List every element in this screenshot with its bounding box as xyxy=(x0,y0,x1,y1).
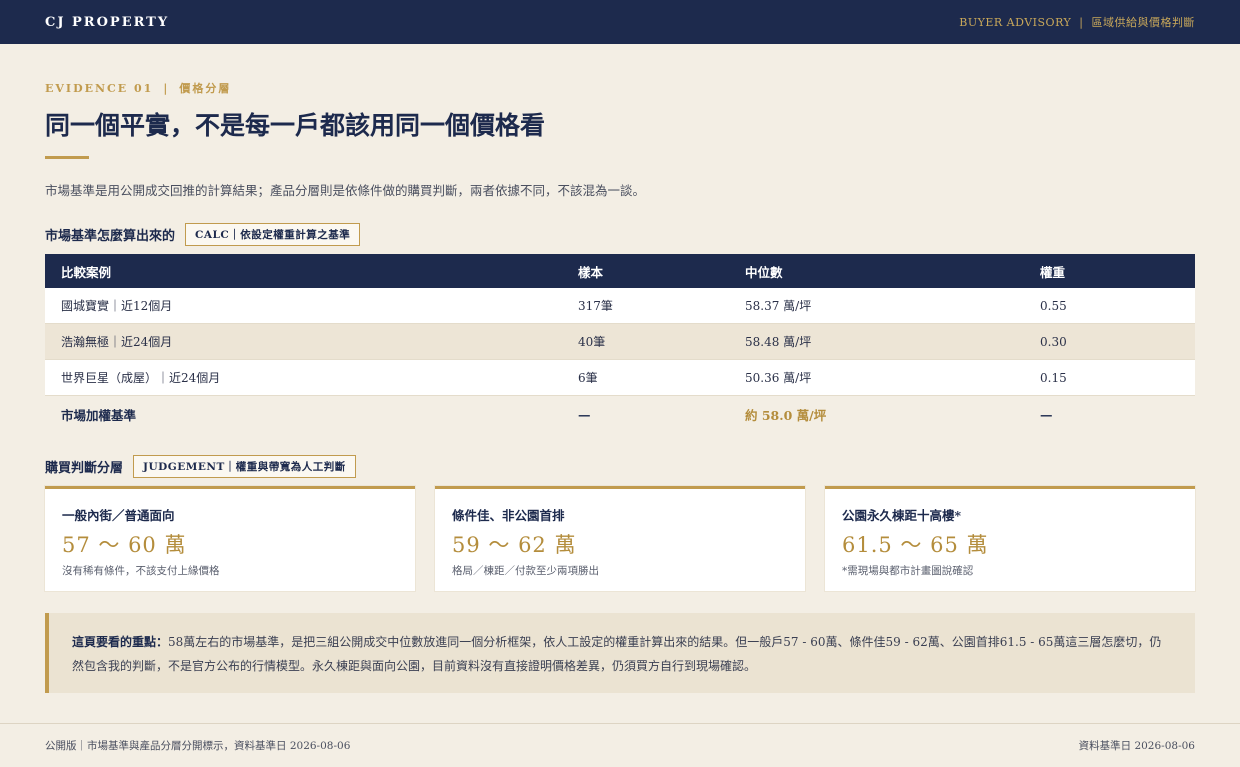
benchmark-table: 比較案例 樣本 中位數 權重 國城寶實｜近12個月 317筆 58.37 萬/坪… xyxy=(45,254,1195,432)
top-nav: BUYER ADVISORY | 區域供給與價格判斷 xyxy=(959,14,1195,30)
cell-median: 58.48 萬/坪 xyxy=(745,335,812,349)
page-title: 同一個平實，不是每一戶都該用同一個價格看 xyxy=(45,111,546,140)
evidence-label: 價格分層 xyxy=(179,82,232,95)
calc-tag: CALC｜依設定權重計算之基準 xyxy=(185,223,361,246)
table-row: 浩瀚無極｜近24個月 40筆 58.48 萬/坪 0.30 xyxy=(45,324,1195,360)
title-divider xyxy=(45,156,89,159)
cell-weight: 0.55 xyxy=(1040,298,1067,313)
cell-weight: 0.15 xyxy=(1040,370,1067,385)
tier-card-good: 條件佳、非公園首排 59 ～ 62 萬 格局／棟距／付款至少兩項勝出 xyxy=(435,486,805,591)
card-note: *需現場與都市計畫圖說確認 xyxy=(842,565,974,577)
cell-case: 世界巨星（成屋）｜近24個月 xyxy=(61,371,221,385)
cell-case: 國城寶實｜近12個月 xyxy=(61,299,173,313)
callout-body: 58萬左右的市場基準，是把三組公開成交中位數放進同一個分析框架，依人工設定的權重… xyxy=(72,635,1162,673)
tier-card-park: 公園永久棟距十高樓* 61.5 ～ 65 萬 *需現場與都市計畫圖說確認 xyxy=(825,486,1195,591)
evidence-index: EVIDENCE 01 xyxy=(45,82,154,95)
card-price-range: 61.5 ～ 65 萬 xyxy=(842,533,989,557)
card-note: 沒有稀有條件，不該支付上緣價格 xyxy=(62,565,220,577)
table-row: 世界巨星（成屋）｜近24個月 6筆 50.36 萬/坪 0.15 xyxy=(45,360,1195,396)
cell-sample: 317筆 xyxy=(578,299,613,313)
footer-divider xyxy=(0,723,1240,724)
cell-case: 浩瀚無極｜近24個月 xyxy=(61,335,173,349)
card-title: 公園永久棟距十高樓* xyxy=(842,508,962,523)
card-note: 格局／棟距／付款至少兩項勝出 xyxy=(452,565,599,577)
brand-logo[interactable]: CJ PROPERTY xyxy=(45,15,169,30)
table-row: 國城寶實｜近12個月 317筆 58.37 萬/坪 0.55 xyxy=(45,288,1195,324)
calc-section-header: 市場基準怎麼算出來的 CALC｜依設定權重計算之基準 xyxy=(45,223,361,246)
key-point-callout: 這頁要看的重點：58萬左右的市場基準，是把三組公開成交中位數放進同一個分析框架，… xyxy=(45,613,1195,693)
card-title: 條件佳、非公園首排 xyxy=(452,508,565,523)
cell-median: 58.37 萬/坪 xyxy=(745,299,812,313)
intro-text: 市場基準是用公開成交回推的計算結果；產品分層則是依條件做的購買判斷，兩者依據不同… xyxy=(45,183,646,198)
column-header-weight: 權重 xyxy=(1040,264,1066,280)
nav-supply-price[interactable]: 區域供給與價格判斷 xyxy=(1092,16,1196,29)
cell-sample: 40筆 xyxy=(578,335,606,349)
table-header: 比較案例 樣本 中位數 權重 xyxy=(45,254,1195,288)
top-bar: CJ PROPERTY BUYER ADVISORY | 區域供給與價格判斷 xyxy=(0,0,1240,44)
footer-right-text: 資料基準日 2026-08-06 xyxy=(1078,740,1195,752)
table-total-row: 市場加權基準 — 約 58.0 萬/坪 — xyxy=(45,396,1195,432)
total-weight: — xyxy=(1040,406,1053,422)
cell-weight: 0.30 xyxy=(1040,334,1067,349)
judgement-section-header: 購買判斷分層 JUDGEMENT｜權重與帶寬為人工判斷 xyxy=(45,455,356,478)
column-header-median: 中位數 xyxy=(745,264,783,280)
column-header-case: 比較案例 xyxy=(61,264,112,280)
card-price-range: 57 ～ 60 萬 xyxy=(62,533,187,557)
tier-cards: 一般內街／普通面向 57 ～ 60 萬 沒有稀有條件，不該支付上緣價格 條件佳、… xyxy=(45,486,1195,591)
card-title: 一般內街／普通面向 xyxy=(62,508,175,523)
eyebrow-separator: | xyxy=(163,82,170,95)
nav-separator: | xyxy=(1079,16,1084,29)
total-sample: — xyxy=(578,406,591,422)
tier-card-standard: 一般內街／普通面向 57 ～ 60 萬 沒有稀有條件，不該支付上緣價格 xyxy=(45,486,415,591)
total-label: 市場加權基準 xyxy=(61,407,137,423)
nav-buyer-advisory[interactable]: BUYER ADVISORY xyxy=(959,16,1071,29)
column-header-sample: 樣本 xyxy=(578,264,604,280)
cell-median: 50.36 萬/坪 xyxy=(745,371,812,385)
card-price-range: 59 ～ 62 萬 xyxy=(452,533,577,557)
footer-left-text: 公開版｜市場基準與產品分層分開標示，資料基準日 2026-08-06 xyxy=(45,740,351,752)
judgement-section-label: 購買判斷分層 xyxy=(45,461,124,476)
cell-sample: 6筆 xyxy=(578,371,598,385)
calc-section-label: 市場基準怎麼算出來的 xyxy=(45,229,176,244)
judgement-tag: JUDGEMENT｜權重與帶寬為人工判斷 xyxy=(133,455,356,478)
callout-lead: 這頁要看的重點： xyxy=(72,635,169,649)
total-median: 約 58.0 萬/坪 xyxy=(745,407,827,423)
evidence-eyebrow: EVIDENCE 01 | 價格分層 xyxy=(45,80,231,96)
